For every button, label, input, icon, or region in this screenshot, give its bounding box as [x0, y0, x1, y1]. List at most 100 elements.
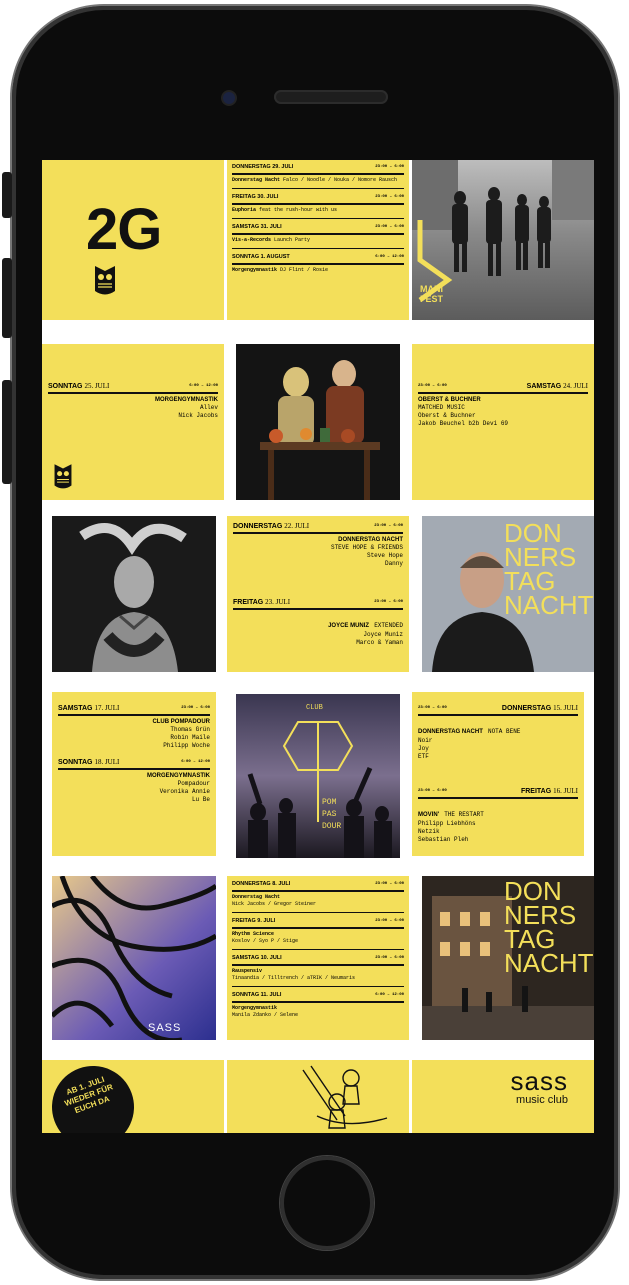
grid-post-portrait-woman[interactable]	[52, 516, 216, 672]
schedule-day: FREITAG 30. JULI	[232, 194, 279, 200]
grid-post-donnerstag-nacht-portrait[interactable]: DON NERS TAG NACHT	[422, 516, 594, 672]
post-date: 17. JULI	[94, 704, 120, 712]
post-event: MORGENGYMNASTIK	[147, 773, 210, 779]
speaker-grille	[274, 90, 388, 104]
post-date: 23. JULI	[265, 598, 291, 606]
post-subtitle: STEVE HOPE & FRIENDS	[330, 544, 403, 551]
lineup-item: Thomas Grün	[170, 726, 210, 733]
schedule-day: DONNERSTAG 8. JULI	[232, 881, 291, 887]
schedule-lineup: DJ Flint / Rosie	[280, 267, 329, 273]
donnerstag-nacht-word: NACHT	[504, 948, 594, 978]
schedule-lineup: Manila Zdanko / Selene	[232, 1012, 299, 1018]
post-day: SAMSTAG	[58, 705, 93, 712]
duo-portrait-photo	[236, 344, 400, 500]
post-subtitle: THE RESTART	[444, 811, 484, 818]
post-day: FREITAG	[233, 599, 264, 606]
schedule-block: FREITAG 30. JULI 23:00 – 6:00 Euphoria fe…	[232, 188, 404, 214]
schedule-event: Rhythm Science	[232, 931, 275, 937]
post-time: 23:00 – 6:00	[181, 706, 210, 710]
schedule-day: SAMSTAG 10. JULI	[232, 955, 282, 961]
schedule-lineup: Launch Party	[274, 237, 311, 243]
lineup-item: Noir	[418, 737, 433, 744]
post-event: MOVIN'	[418, 812, 440, 818]
line-illustration-art	[302, 1065, 388, 1129]
instagram-grid: 2G DONNERSTAG 29. JULI 23:00 – 6:00 Donne…	[42, 160, 594, 1133]
pompadour-word: CLUB	[306, 704, 323, 712]
club-crowd-photo	[236, 694, 400, 858]
post-event: MORGENGYMNASTIK	[155, 397, 218, 403]
post-time: 23:00 – 6:00	[374, 600, 403, 604]
grid-post-club-pompadour[interactable]: SAMSTAG 17. JULI 23:00 – 6:00 CLUB POMPAD…	[52, 692, 216, 856]
lineup-item: Veronika Annie	[159, 788, 210, 795]
schedule-block: DONNERSTAG 29. JULI 23:00 – 6:00 Donnerst…	[232, 163, 404, 184]
post-event: CLUB POMPADOUR	[152, 719, 210, 725]
post-day: DONNERSTAG	[233, 523, 283, 530]
schedule-lineup: feat the rush-hour with us	[259, 207, 338, 213]
post-event: JOYCE MUNIZ	[328, 623, 370, 629]
owl-logo-icon	[95, 266, 115, 295]
post-day: DONNERSTAG	[501, 705, 552, 712]
sass-logo-small: SASS	[148, 1022, 182, 1034]
schedule-event: Donnerstag Nacht	[232, 177, 281, 183]
schedule-block: SONNTAG 1. AUGUST 6:00 – 12:00 Morgengymn…	[232, 248, 404, 274]
abstract-wave-art	[52, 876, 216, 1040]
lineup-item: Danny	[384, 560, 403, 567]
lineup-item: Jakob Beuchel b2b Devi 69	[418, 420, 509, 427]
post-event: DONNERSTAG NACHT	[418, 729, 483, 735]
grid-post-schedule-july-end[interactable]: DONNERSTAG 29. JULI 23:00 – 6:00 Donnerst…	[227, 160, 409, 320]
grid-post-morgengymnastik[interactable]: SONNTAG 25. JULI 6:00 – 12:00 MORGENGYMNA…	[42, 344, 224, 500]
schedule-event: Rauspensiv	[232, 968, 263, 974]
pompadour-word: PAS	[322, 810, 337, 819]
lineup-item: Lu Be	[191, 796, 210, 803]
grid-post-duo-photo[interactable]	[236, 344, 400, 500]
front-camera	[223, 92, 235, 104]
post-time: 6:00 – 12:00	[189, 384, 218, 388]
post-time: 23:00 – 6:00	[374, 524, 403, 528]
schedule-time: 23:00 – 6:00	[375, 165, 404, 169]
owl-logo-icon	[54, 464, 72, 489]
post-date: 24. JULI	[563, 382, 588, 390]
schedule-event: Morgengymnastik	[232, 267, 278, 273]
post-day: SAMSTAG	[526, 383, 562, 390]
volume-up-button[interactable]	[2, 258, 12, 338]
schedule-event: Euphoria	[232, 207, 257, 213]
grid-post-reopening-badge[interactable]: AB 1. JULI WIEDER FÜR EUCH DA	[42, 1060, 224, 1133]
post-date: 16. JULI	[553, 787, 578, 795]
schedule-lineup: Falco / Noodle / Nouka / Nomore Rausch	[283, 177, 398, 183]
mute-switch[interactable]	[2, 172, 12, 218]
schedule-block: FREITAG 9. JULI 23:00 – 6:00 Rhythm Scien…	[232, 912, 404, 945]
schedule-block: SAMSTAG 10. JULI 23:00 – 6:00 Rauspensiv T…	[232, 949, 404, 982]
schedule-day: SAMSTAG 31. JULI	[232, 224, 282, 230]
grid-post-street-photo[interactable]: MANI FEST	[412, 160, 594, 320]
lineup-item: Nick Jacobs	[178, 412, 218, 419]
schedule-block: DONNERSTAG 8. JULI 23:00 – 6:00 Donnersta…	[232, 880, 404, 908]
reopening-badge: AB 1. JULI WIEDER FÜR EUCH DA	[42, 1060, 146, 1133]
lineup-item: Robin Maile	[170, 734, 210, 741]
post-day: SONNTAG	[48, 383, 83, 390]
grid-post-abstract-lines[interactable]: SASS	[52, 876, 216, 1040]
grid-post-schedule-early-july[interactable]: DONNERSTAG 8. JULI 23:00 – 6:00 Donnersta…	[227, 876, 409, 1040]
post-day: FREITAG	[520, 788, 552, 795]
grid-post-donnerstag-15-juli[interactable]: 23:00 – 6:00 DONNERSTAG 15. JULI DONNERST…	[412, 692, 584, 856]
schedule-time: 23:00 – 6:00	[375, 225, 404, 229]
lineup-item: Marco & Yaman	[356, 639, 403, 646]
post-time: 23:00 – 6:00	[418, 789, 447, 793]
grid-post-illustration[interactable]	[227, 1060, 409, 1133]
schedule-time: 23:00 – 6:00	[375, 956, 404, 960]
schedule-time: 23:00 – 6:00	[375, 919, 404, 923]
schedule-time: 6:00 – 12:00	[375, 993, 404, 997]
grid-post-pompadour-crowd[interactable]: CLUB POM PAS DOUR	[236, 694, 400, 858]
lineup-item: Joyce Muniz	[363, 631, 403, 638]
post-time: 6:00 – 12:00	[181, 760, 210, 764]
grid-post-oberst-buchner[interactable]: 23:00 – 6:00 SAMSTAG 24. JULI OBERST & BU…	[412, 344, 594, 500]
schedule-lineup: Koslov / Syo P / Stige	[232, 938, 299, 944]
lineup-item: Philipp Liebhöns	[418, 820, 476, 827]
grid-post-night-street[interactable]: DON NERS TAG NACHT	[422, 876, 594, 1040]
home-button[interactable]	[280, 1156, 374, 1250]
lineup-item: Sebastian Pleh	[418, 836, 469, 843]
volume-down-button[interactable]	[2, 380, 12, 484]
schedule-block: SONNTAG 11. JULI 6:00 – 12:00 Morgengymna…	[232, 986, 404, 1019]
grid-post-2g[interactable]: 2G	[42, 160, 224, 320]
grid-post-donnerstag-freitag[interactable]: DONNERSTAG 22. JULI 23:00 – 6:00 DONNERST…	[227, 516, 409, 672]
grid-post-sass-logo[interactable]: sass music club	[412, 1060, 594, 1133]
